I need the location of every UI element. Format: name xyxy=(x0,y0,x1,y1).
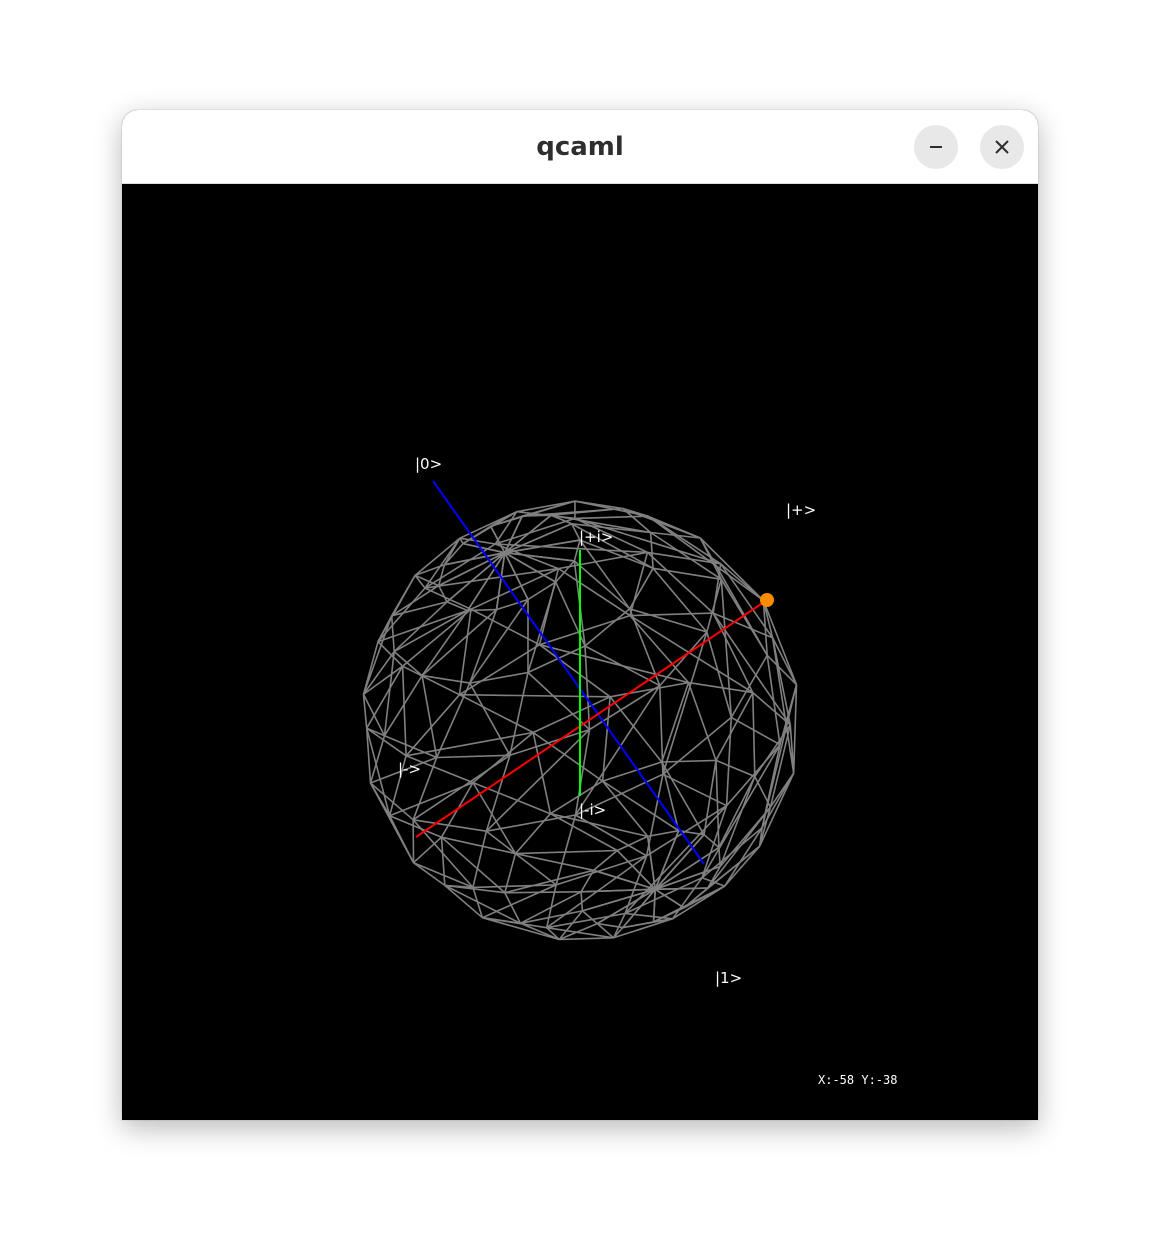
wireframe-edge xyxy=(405,731,534,757)
wireframe-edge xyxy=(504,869,594,894)
wireframe-edge xyxy=(555,855,647,886)
wireframe-edge xyxy=(402,608,472,667)
close-button[interactable] xyxy=(980,125,1024,169)
wireframe-edge xyxy=(581,910,598,925)
label-one-state: |1> xyxy=(715,969,742,987)
wireframe-edge xyxy=(662,631,708,775)
wireframe-edge xyxy=(715,759,756,778)
label-plus-state: |+> xyxy=(786,501,816,519)
wireframe-edge xyxy=(596,888,656,925)
wireframe-edge xyxy=(412,836,443,864)
wireframe-edge xyxy=(655,887,708,891)
wireframe-edge xyxy=(421,610,469,677)
wireframe-edge xyxy=(424,543,496,589)
bloch-sphere-svg[interactable]: |0> |1> |+> |-> |+i> |-i> X:-58 Y:-38 xyxy=(122,184,1038,1120)
wireframe-edge xyxy=(649,532,654,569)
coordinate-readout: X:-58 Y:-38 xyxy=(818,1073,897,1087)
wireframe-edge xyxy=(589,684,661,731)
wireframe-edge xyxy=(504,891,582,894)
wireframe-edge xyxy=(609,696,663,763)
wireframe-edge xyxy=(652,567,722,581)
wireframe-edge xyxy=(515,849,618,855)
label-minus-state: |-> xyxy=(398,760,421,778)
wireframe-edge xyxy=(362,615,393,695)
label-zero-state: |0> xyxy=(415,455,442,473)
wireframe-edge xyxy=(390,615,395,652)
wireframe-edge xyxy=(609,681,689,698)
wireframe-edge xyxy=(752,692,756,777)
wireframe-edge xyxy=(514,813,552,855)
wireframe-edge xyxy=(469,682,511,756)
wireframe-edge xyxy=(504,551,575,562)
close-icon xyxy=(995,140,1009,154)
wireframe-edge xyxy=(580,891,584,911)
wireframe-edge xyxy=(538,568,560,645)
minimize-button[interactable] xyxy=(914,125,958,169)
wireframe-edge xyxy=(539,644,611,698)
wireframe-edge xyxy=(574,500,649,517)
wireframe-edge xyxy=(391,584,440,617)
wireframe-edge xyxy=(527,645,586,674)
wireframe-edge xyxy=(582,888,656,912)
wireframe-edge xyxy=(437,585,448,603)
wireframe-edge xyxy=(469,671,529,684)
title-bar[interactable]: qcaml xyxy=(122,110,1038,184)
wireframe-edge xyxy=(369,782,391,817)
wireframe-edge xyxy=(661,759,717,763)
app-window: qcaml |0> |1> |+> |-> |+i> |-i> X:-58 Y:… xyxy=(122,110,1038,1120)
wireframe-edge xyxy=(462,511,518,545)
wireframe-edge xyxy=(389,781,474,817)
wireframe-edge xyxy=(724,845,761,887)
wireframe-edge xyxy=(472,884,557,889)
wireframe-edge xyxy=(581,888,656,893)
wireframe-edge xyxy=(646,836,656,890)
wireframe-edge xyxy=(730,716,781,746)
wireframe-edge xyxy=(388,815,415,864)
wireframe-edge xyxy=(719,776,756,867)
bloch-sphere-canvas[interactable]: |0> |1> |+> |-> |+i> |-i> X:-58 Y:-38 xyxy=(122,184,1038,1120)
wireframe-edge xyxy=(377,641,404,667)
wireframe-edge xyxy=(574,515,649,520)
wireframe-edge xyxy=(369,735,386,784)
wireframe-edge xyxy=(647,829,679,838)
wireframe-edge xyxy=(509,672,529,756)
state-vector-marker xyxy=(760,593,774,607)
minimize-icon xyxy=(930,146,942,148)
wireframe-edge xyxy=(440,837,446,886)
wireframe-edge xyxy=(559,937,614,941)
wireframe-edge xyxy=(699,537,764,602)
wireframe-edge xyxy=(366,665,404,729)
label-plus-i-state: |+i> xyxy=(579,528,613,546)
wireframe-edge xyxy=(584,645,591,730)
wireframe-edge xyxy=(401,666,407,756)
wireframe-edge xyxy=(725,717,733,806)
wireframe-edge xyxy=(660,682,690,763)
wireframe-edge xyxy=(720,579,733,718)
wireframe-edge xyxy=(470,608,540,646)
wireframe-edge xyxy=(724,827,763,887)
wireframe-edge xyxy=(754,724,791,777)
wireframe-edge xyxy=(472,831,488,888)
wireframe-edge xyxy=(602,780,680,832)
wireframe-edge xyxy=(421,675,438,758)
window-title: qcaml xyxy=(536,132,624,162)
wireframe-edge xyxy=(688,681,753,694)
wireframe-edge xyxy=(472,781,551,815)
wireframe-edge xyxy=(436,754,510,759)
wireframe-edge xyxy=(593,849,618,871)
wireframe-edge xyxy=(557,567,631,617)
label-minus-i-state: |-i> xyxy=(579,801,606,819)
wireframe-edge xyxy=(485,830,557,886)
wireframe-edge xyxy=(754,776,772,808)
